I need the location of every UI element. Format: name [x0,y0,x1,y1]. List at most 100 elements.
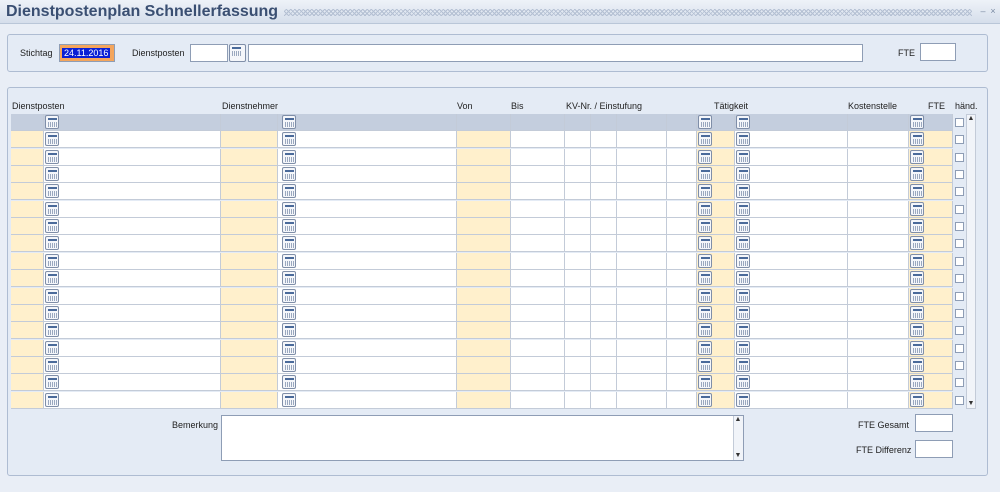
von-cell[interactable] [457,304,511,321]
einstufung-cell[interactable] [617,287,667,304]
kv-stufe-cell[interactable] [591,270,617,287]
kv-nr-cell[interactable] [565,252,591,269]
kv-stufe-cell[interactable] [591,166,617,183]
kv-stufe-cell[interactable] [591,391,617,408]
taetigkeit-name-cell[interactable] [735,374,848,391]
taetigkeit-lov-icon[interactable] [698,236,712,251]
dienstnehmer-name-cell[interactable] [278,356,457,373]
taetigkeit-spacer-cell[interactable] [667,391,697,408]
dienstnehmer-lov-icon[interactable] [282,236,296,251]
dienstnehmer-code-cell[interactable] [221,374,278,391]
dienstposten-lov-icon[interactable] [45,288,59,303]
dienstposten-code-cell[interactable] [11,356,44,373]
haend-checkbox[interactable] [955,360,964,370]
einstufung-cell[interactable] [617,166,667,183]
kostenstelle-cell[interactable] [848,114,909,130]
taetigkeit-text-lov-icon[interactable] [736,201,750,216]
kostenstelle-cell[interactable] [848,200,909,217]
von-cell[interactable] [457,114,511,130]
dienstposten-lov-icon[interactable] [45,253,59,268]
bis-cell[interactable] [511,304,565,321]
taetigkeit-spacer-cell[interactable] [667,356,697,373]
dienstposten-code-cell[interactable] [11,287,44,304]
taetigkeit-text-lov-icon[interactable] [736,305,750,320]
taetigkeit-name-cell[interactable] [735,200,848,217]
fte-differenz-input[interactable] [915,440,953,458]
dienstnehmer-name-cell[interactable] [278,131,457,148]
dienstnehmer-code-cell[interactable] [221,218,278,235]
kostenstelle-cell[interactable] [848,166,909,183]
dienstposten-code-cell[interactable] [11,374,44,391]
scroll-down-icon[interactable]: ▼ [967,400,975,408]
von-cell[interactable] [457,148,511,165]
dienstnehmer-lov-icon[interactable] [282,323,296,338]
dienstposten-lov-icon[interactable] [45,184,59,199]
von-cell[interactable] [457,287,511,304]
taetigkeit-text-lov-icon[interactable] [736,167,750,182]
dienstnehmer-lov-icon[interactable] [282,392,296,407]
dienstposten-name-cell[interactable] [44,166,221,183]
kostenstelle-lov-icon[interactable] [910,288,924,303]
dienstposten-name-cell[interactable] [44,252,221,269]
einstufung-cell[interactable] [617,322,667,339]
taetigkeit-name-cell[interactable] [735,304,848,321]
taetigkeit-spacer-cell[interactable] [667,218,697,235]
dienstnehmer-code-cell[interactable] [221,131,278,148]
dienstposten-name-cell[interactable] [44,270,221,287]
taetigkeit-spacer-cell[interactable] [667,270,697,287]
dienstposten-code-cell[interactable] [11,235,44,252]
dienstnehmer-code-cell[interactable] [221,114,278,130]
dienstnehmer-lov-icon[interactable] [282,375,296,390]
dienstposten-lov-icon[interactable] [45,271,59,286]
bis-cell[interactable] [511,270,565,287]
kv-stufe-cell[interactable] [591,131,617,148]
taetigkeit-lov-icon[interactable] [698,271,712,286]
haend-checkbox[interactable] [955,378,964,388]
taetigkeit-spacer-cell[interactable] [667,131,697,148]
taetigkeit-spacer-cell[interactable] [667,339,697,356]
stichtag-field[interactable]: 24.11.2016 [59,44,115,62]
scroll-up-icon[interactable]: ▲ [967,115,975,123]
kostenstelle-cell[interactable] [848,183,909,200]
einstufung-cell[interactable] [617,339,667,356]
taetigkeit-lov-icon[interactable] [698,149,712,164]
taetigkeit-spacer-cell[interactable] [667,287,697,304]
kv-nr-cell[interactable] [565,218,591,235]
dienstnehmer-lov-icon[interactable] [282,184,296,199]
taetigkeit-spacer-cell[interactable] [667,374,697,391]
haend-checkbox[interactable] [955,135,964,145]
dienstposten-name-cell[interactable] [44,218,221,235]
dienstnehmer-name-cell[interactable] [278,148,457,165]
kv-stufe-cell[interactable] [591,114,617,130]
von-cell[interactable] [457,131,511,148]
close-icon[interactable]: × [988,6,998,16]
kostenstelle-lov-icon[interactable] [910,236,924,251]
haend-checkbox[interactable] [955,204,964,214]
dienstnehmer-name-cell[interactable] [278,218,457,235]
kostenstelle-lov-icon[interactable] [910,375,924,390]
taetigkeit-spacer-cell[interactable] [667,114,697,130]
dienstposten-code-input[interactable] [190,44,228,62]
taetigkeit-name-cell[interactable] [735,252,848,269]
bis-cell[interactable] [511,322,565,339]
einstufung-cell[interactable] [617,131,667,148]
dienstposten-lov-icon[interactable] [45,375,59,390]
dienstposten-name-cell[interactable] [44,148,221,165]
von-cell[interactable] [457,252,511,269]
dienstposten-name-cell[interactable] [44,322,221,339]
taetigkeit-lov-icon[interactable] [698,340,712,355]
kostenstelle-cell[interactable] [848,287,909,304]
dienstnehmer-code-cell[interactable] [221,339,278,356]
dienstposten-lov-icon[interactable] [45,149,59,164]
einstufung-cell[interactable] [617,200,667,217]
taetigkeit-lov-icon[interactable] [698,323,712,338]
taetigkeit-text-lov-icon[interactable] [736,115,750,129]
dienstnehmer-name-cell[interactable] [278,374,457,391]
taetigkeit-text-lov-icon[interactable] [736,236,750,251]
taetigkeit-lov-icon[interactable] [698,201,712,216]
kv-nr-cell[interactable] [565,166,591,183]
kv-nr-cell[interactable] [565,304,591,321]
dienstnehmer-lov-icon[interactable] [282,357,296,372]
dienstnehmer-lov-icon[interactable] [282,149,296,164]
dienstposten-lov-icon[interactable] [45,357,59,372]
